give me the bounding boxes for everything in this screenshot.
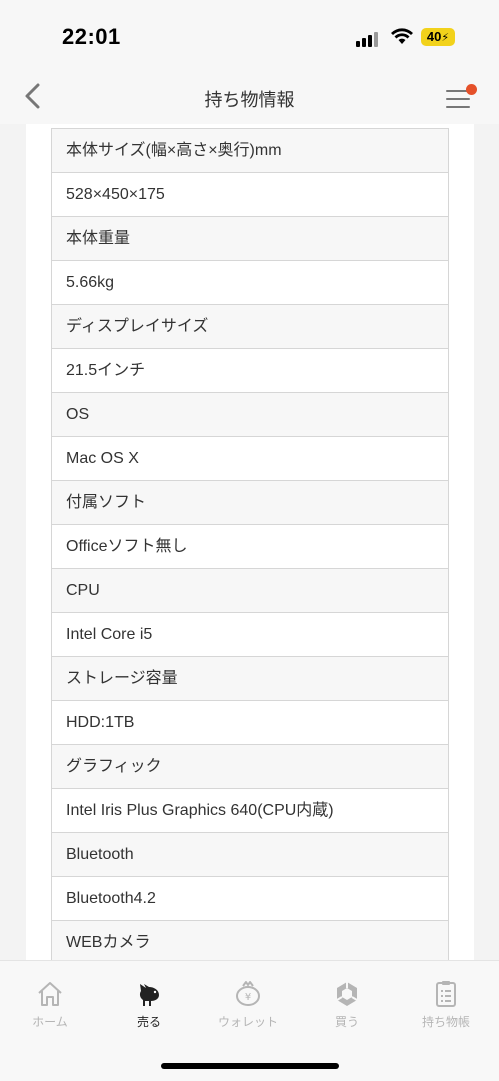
notification-dot (466, 84, 477, 95)
list-icon (436, 981, 456, 1007)
spec-label: 付属ソフト (52, 480, 448, 524)
spec-value: Bluetooth4.2 (52, 876, 448, 920)
item-detail-content[interactable]: 本体サイズ(幅×高さ×奥行)mm 528×450×175 本体重量 5.66kg ディス… (26, 124, 474, 960)
tab-home-label: ホーム (32, 1015, 68, 1029)
spec-value: 5.66kg (52, 260, 448, 304)
spec-value: 528×450×175 (52, 172, 448, 216)
spec-value: HDD:1TB (52, 700, 448, 744)
status-bar: 22:01 40⚡ (0, 0, 499, 72)
wifi-icon (391, 28, 413, 44)
home-indicator (161, 1063, 339, 1069)
page-title: 持ち物情報 (204, 90, 295, 110)
spec-value: 21.5インチ (52, 348, 448, 392)
spec-label: ストレージ容量 (52, 656, 448, 700)
spec-label: Bluetooth (52, 832, 448, 876)
spec-value: Intel Iris Plus Graphics 640(CPU内蔵) (52, 788, 448, 832)
home-icon (38, 982, 62, 1006)
spec-label: OS (52, 392, 448, 436)
tab-sell[interactable]: 売る (99, 979, 199, 1030)
spec-value: Officeソフト無し (52, 524, 448, 568)
spec-value: Mac OS X (52, 436, 448, 480)
tab-buy-label: 買う (334, 1015, 359, 1029)
spec-value: Intel Core i5 (52, 612, 448, 656)
spec-label: グラフィック (52, 744, 448, 788)
menu-button[interactable] (444, 84, 477, 114)
header: 持ち物情報 (0, 72, 499, 124)
spec-label: 本体サイズ(幅×高さ×奥行)mm (52, 128, 448, 172)
spec-table: 本体サイズ(幅×高さ×奥行)mm 528×450×175 本体重量 5.66kg ディス… (51, 128, 449, 960)
wallet-icon: ¥ (236, 981, 260, 1006)
tab-belongings-label: 持ち物帳 (421, 1015, 470, 1029)
tab-sell-label: 売る (136, 1015, 161, 1029)
bird-icon (139, 984, 159, 1006)
spec-label: CPU (52, 568, 448, 612)
spec-label: 本体重量 (52, 216, 448, 260)
battery-icon: 40⚡ (421, 28, 455, 46)
battery-level: 40 (426, 29, 442, 44)
spec-label: ディスプレイサイズ (52, 304, 448, 348)
shop-icon (336, 982, 358, 1006)
tab-home[interactable]: ホーム (0, 979, 100, 1030)
tab-wallet-label: ウォレット (217, 1015, 278, 1029)
tab-wallet[interactable]: ¥ ウォレット (198, 979, 298, 1030)
tab-buy[interactable]: 買う (297, 979, 397, 1030)
spec-label: WEBカメラ (52, 920, 448, 960)
cellular-signal-icon (356, 31, 382, 47)
svg-text:¥: ¥ (245, 992, 251, 1003)
status-time: 22:01 (62, 24, 121, 49)
tab-belongings[interactable]: 持ち物帳 (396, 979, 496, 1030)
